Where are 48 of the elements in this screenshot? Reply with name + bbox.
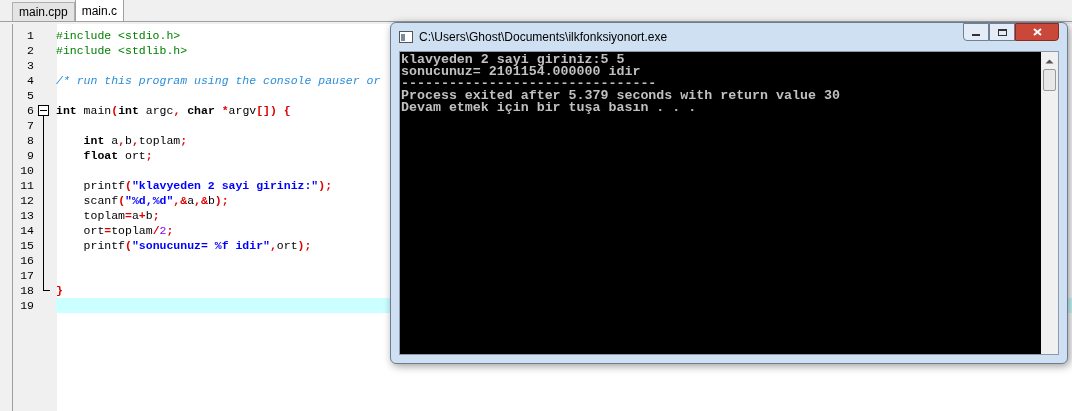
line-number: 14 bbox=[19, 223, 34, 238]
line-number: 8 bbox=[26, 133, 34, 148]
console-line: -------------------------------- bbox=[401, 78, 657, 90]
code-line: ort=toplam/2; bbox=[82, 223, 174, 238]
scroll-up-arrow-icon[interactable] bbox=[1045, 58, 1054, 64]
file-tab[interactable]: main.cpp bbox=[12, 2, 75, 21]
line-number: 18 bbox=[19, 283, 34, 298]
code-line: int main(int argc, char *argv[]) { bbox=[56, 103, 291, 118]
line-number: 10 bbox=[19, 163, 34, 178]
line-number: 2 bbox=[26, 43, 34, 58]
file-tab[interactable]: main.c bbox=[74, 0, 125, 21]
maximize-button[interactable] bbox=[989, 23, 1015, 41]
code-line: } bbox=[56, 283, 63, 298]
code-line: float ort; bbox=[82, 148, 153, 163]
console-line: sonucunuz= 2101154.000000 idir bbox=[401, 66, 642, 78]
line-number: 13 bbox=[19, 208, 34, 223]
code-line: scanf("%d,%d",&a,&b); bbox=[82, 193, 229, 208]
line-number: 16 bbox=[19, 253, 34, 268]
code-line: #include <stdio.h> bbox=[56, 28, 181, 43]
scroll-thumb[interactable] bbox=[1043, 69, 1056, 91]
fold-toggle-icon[interactable] bbox=[38, 105, 49, 116]
code-line: printf("klavyeden 2 sayi giriniz:"); bbox=[82, 178, 333, 193]
close-button[interactable] bbox=[1015, 23, 1059, 41]
line-number: 6 bbox=[26, 103, 34, 118]
minimize-button[interactable] bbox=[963, 23, 989, 41]
line-number: 4 bbox=[26, 73, 34, 88]
code-line: #include <stdlib.h> bbox=[56, 43, 188, 58]
close-icon bbox=[1032, 28, 1042, 36]
code-line: int a,b,toplam; bbox=[82, 133, 188, 148]
line-number: 12 bbox=[19, 193, 34, 208]
line-number: 19 bbox=[19, 298, 34, 313]
console-line: klavyeden 2 sayi giriniz:5 5 bbox=[401, 54, 625, 66]
scrollbar[interactable] bbox=[1041, 52, 1058, 354]
line-number: 17 bbox=[19, 268, 34, 283]
code-line: toplam=a+b; bbox=[82, 208, 160, 223]
line-number: 11 bbox=[19, 178, 34, 193]
line-number: 5 bbox=[26, 88, 34, 103]
console-app-icon bbox=[399, 31, 413, 43]
code-line: printf("sonucunuz= %f idir",ort); bbox=[82, 238, 312, 253]
line-number: 15 bbox=[19, 238, 34, 253]
line-number: 1 bbox=[26, 28, 34, 43]
window-title: C:\Users\Ghost\Documents\ilkfonksiyonort.exe bbox=[419, 29, 668, 46]
line-number: 3 bbox=[26, 58, 34, 73]
console-line: Process exited after 5.379 seconds with return value 30 bbox=[401, 90, 841, 102]
console-line: Devam etmek için bir tuşa basın . . . bbox=[401, 102, 698, 114]
line-number: 7 bbox=[26, 118, 34, 133]
line-number: 9 bbox=[26, 148, 34, 163]
code-line: /* run this program using the console pauser or bbox=[56, 73, 381, 88]
